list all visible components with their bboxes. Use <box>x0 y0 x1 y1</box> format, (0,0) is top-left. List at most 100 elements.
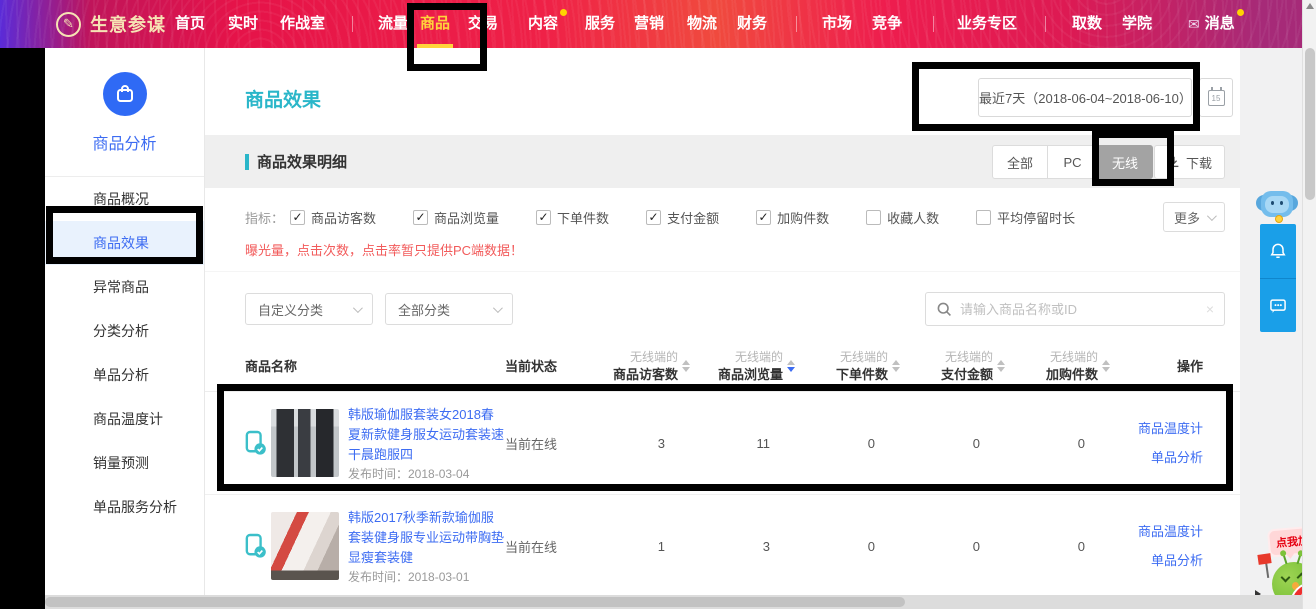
nav-item-trade[interactable]: 交易 <box>468 0 498 48</box>
notifications-button[interactable] <box>1260 224 1296 278</box>
bell-icon <box>1268 241 1288 261</box>
product-title-link[interactable]: 韩版2017秋季新款瑜伽服套装健身服专业运动带胸垫显瘦套装健 <box>348 508 505 568</box>
sidebar-item-product-overview[interactable]: 商品概况 <box>45 177 204 221</box>
scroll-up-arrow[interactable] <box>1306 3 1314 9</box>
metric-checkbox[interactable]: 下单件数 <box>536 208 609 227</box>
section-title: 商品效果明细 <box>257 151 347 172</box>
all-category-select[interactable]: 全部分类 <box>385 293 513 325</box>
nav-item-data[interactable]: 取数 <box>1072 0 1102 48</box>
thermometer-link[interactable]: 商品温度计 <box>1115 517 1203 546</box>
metric-checkbox[interactable]: 收藏人数 <box>866 208 939 227</box>
vertical-scrollbar[interactable] <box>1302 0 1316 609</box>
mobile-verified-icon <box>245 429 267 457</box>
nav-item-logistics[interactable]: 物流 <box>687 0 717 48</box>
sidebar-item-category-analysis[interactable]: 分类分析 <box>45 309 204 353</box>
clear-icon[interactable]: × <box>1206 301 1214 317</box>
checkbox-icon <box>866 210 881 225</box>
nav-item-traffic[interactable]: 流量 <box>378 0 408 48</box>
feedback-button[interactable] <box>1260 278 1296 332</box>
product-image[interactable] <box>271 409 339 477</box>
elephant-badge <box>1275 215 1283 223</box>
metric-checkbox[interactable]: 平均停留时长 <box>976 208 1075 227</box>
sort-control[interactable] <box>787 360 795 372</box>
metric-checkbox[interactable]: 支付金额 <box>646 208 719 227</box>
metric-checkbox[interactable]: 加购件数 <box>756 208 829 227</box>
sidebar-item-sales-forecast[interactable]: 销量预测 <box>45 441 204 485</box>
visitors-value: 1 <box>590 539 695 554</box>
sort-control[interactable] <box>1102 360 1110 372</box>
date-range-select[interactable]: 最近7天（2018-06-04~2018-06-10） <box>978 78 1192 117</box>
elephant-eye <box>1271 201 1274 205</box>
nav-item-academy[interactable]: 学院 <box>1122 0 1152 48</box>
more-button[interactable]: 更多 <box>1163 202 1225 232</box>
product-text: 韩版瑜伽服套装女2018春夏新款健身服女运动套装速干晨跑服四 发布时间：2018… <box>348 405 505 481</box>
pageviews-value: 3 <box>695 539 800 554</box>
thermometer-link[interactable]: 商品温度计 <box>1115 414 1203 443</box>
nav-item-content[interactable]: 内容 <box>528 0 558 48</box>
custom-category-select[interactable]: 自定义分类 <box>245 293 373 325</box>
col-payment[interactable]: 无线端的支付金额 <box>905 349 1010 383</box>
sidebar-item-product-thermometer[interactable]: 商品温度计 <box>45 397 204 441</box>
metric-prefix: 无线端的 <box>840 349 888 366</box>
shopping-bag-icon <box>103 72 147 116</box>
sort-control[interactable] <box>892 360 900 372</box>
nav-item-service[interactable]: 服务 <box>585 0 615 48</box>
metric-checkbox[interactable]: 商品访客数 <box>290 208 376 227</box>
col-orders[interactable]: 无线端的下单件数 <box>800 349 905 383</box>
pageviews-value: 11 <box>695 436 800 451</box>
filter-row: 自定义分类 全部分类 × <box>205 272 1240 326</box>
scrollbar-thumb[interactable] <box>45 597 905 607</box>
orders-value: 0 <box>800 436 905 451</box>
nav-item-home[interactable]: 首页 <box>175 0 205 48</box>
visitors-value: 3 <box>590 436 695 451</box>
mascot-elephant[interactable] <box>1256 191 1298 225</box>
sort-control[interactable] <box>997 360 1005 372</box>
col-cart-adds[interactable]: 无线端的加购件数 <box>1010 349 1115 383</box>
chevron-down-icon <box>493 303 503 313</box>
envelope-icon: ✉ <box>1188 0 1200 48</box>
metric-checkbox[interactable]: 商品浏览量 <box>413 208 499 227</box>
search-input[interactable] <box>960 302 1198 317</box>
sidebar-item-single-item-service[interactable]: 单品服务分析 <box>45 485 204 529</box>
calendar-button[interactable]: 15 <box>1199 78 1233 117</box>
nav-divider <box>933 16 934 32</box>
sidebar-title: 商品分析 <box>45 130 204 154</box>
tab-pc[interactable]: PC <box>1048 145 1098 179</box>
single-item-analysis-link[interactable]: 单品分析 <box>1115 443 1203 472</box>
brand-logo[interactable]: ✎ 生意参谋 <box>56 0 166 48</box>
product-title-link[interactable]: 韩版瑜伽服套装女2018春夏新款健身服女运动套装速干晨跑服四 <box>348 405 505 465</box>
tab-all[interactable]: 全部 <box>992 145 1048 179</box>
table-header: 商品名称 当前状态 无线端的商品访客数 无线端的商品浏览量 无线端的下单件数 无… <box>205 340 1240 392</box>
messages-label: 消息 <box>1205 0 1235 48</box>
col-pageviews[interactable]: 无线端的商品浏览量 <box>695 349 800 383</box>
nav-item-business-zone[interactable]: 业务专区 <box>957 0 1017 48</box>
sidebar-item-single-item-analysis[interactable]: 单品分析 <box>45 353 204 397</box>
single-item-analysis-link[interactable]: 单品分析 <box>1115 546 1203 575</box>
nav-item-finance[interactable]: 财务 <box>737 0 767 48</box>
nav-item-product[interactable]: 商品 <box>420 0 450 48</box>
section-accent-bar <box>245 154 249 170</box>
nav-item-marketing[interactable]: 营销 <box>634 0 664 48</box>
nav-divider <box>796 16 797 32</box>
sidebar-item-product-effect[interactable]: 商品效果 <box>45 221 204 265</box>
nav-item-compete[interactable]: 竞争 <box>872 0 902 48</box>
checkbox-label: 收藏人数 <box>887 208 939 227</box>
action-cell: 商品温度计 单品分析 <box>1115 414 1225 472</box>
scrollbar-thumb[interactable] <box>1305 48 1315 200</box>
col-visitors[interactable]: 无线端的商品访客数 <box>590 349 695 383</box>
horizontal-scrollbar[interactable] <box>45 595 1302 609</box>
nav-item-market[interactable]: 市场 <box>822 0 852 48</box>
checkbox-icon <box>646 210 661 225</box>
nav-item-messages[interactable]: ✉ 消息 <box>1188 0 1235 48</box>
status-label: 当前在线 <box>505 434 590 453</box>
download-button[interactable]: 下载 <box>1154 145 1225 179</box>
product-cell: 韩版瑜伽服套装女2018春夏新款健身服女运动套装速干晨跑服四 发布时间：2018… <box>245 405 505 481</box>
action-cell: 商品温度计 单品分析 <box>1115 517 1225 575</box>
sidebar-item-abnormal-products[interactable]: 异常商品 <box>45 265 204 309</box>
nav-item-warroom[interactable]: 作战室 <box>280 0 325 48</box>
tab-wireless[interactable]: 无线 <box>1098 145 1153 179</box>
product-image[interactable] <box>271 512 339 580</box>
sort-control[interactable] <box>682 360 690 372</box>
nav-item-realtime[interactable]: 实时 <box>228 0 258 48</box>
checkbox-label: 加购件数 <box>777 208 829 227</box>
